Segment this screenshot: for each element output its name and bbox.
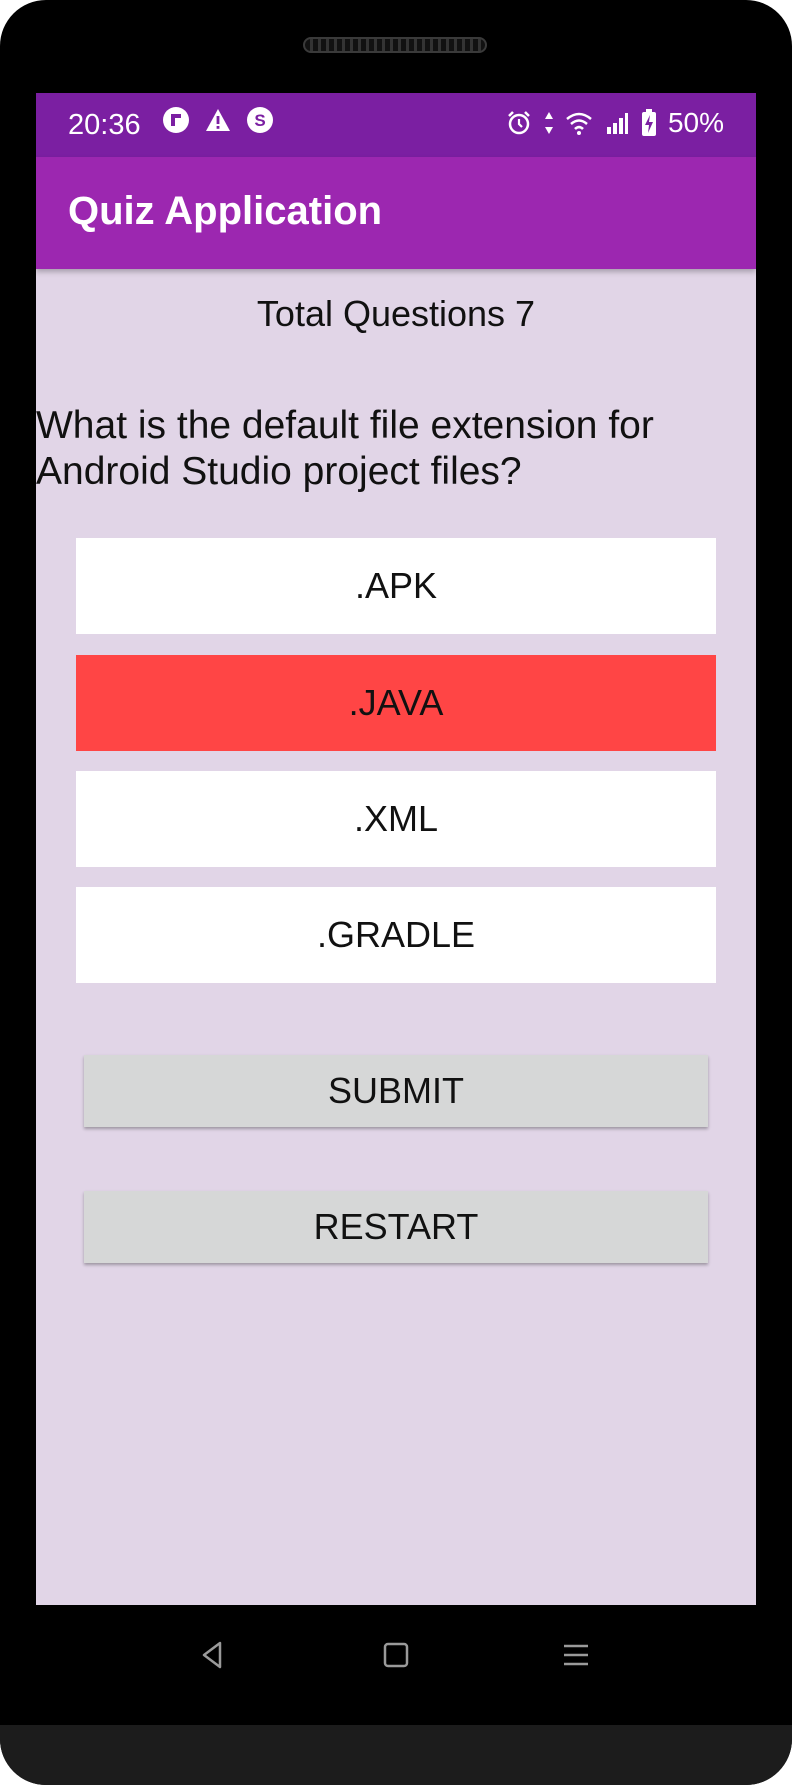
system-status-icons: 50%: [504, 107, 724, 139]
app-bar: Quiz Application: [36, 157, 756, 269]
phone-chin: [0, 1725, 792, 1785]
data-arrows-icon: [542, 108, 556, 138]
status-bar: 20:36 S 50%: [36, 93, 756, 157]
answer-option-gradle[interactable]: .GRADLE: [76, 887, 716, 983]
app-screen: 20:36 S 50% Quiz Application Total Quest…: [36, 93, 756, 1605]
s-circle-icon: S: [245, 105, 275, 135]
svg-text:S: S: [254, 111, 265, 130]
recents-icon[interactable]: [556, 1635, 596, 1675]
navigation-bar: [0, 1605, 792, 1725]
phone-frame: 20:36 S 50% Quiz Application Total Quest…: [0, 0, 792, 1785]
question-text: What is the default file extension for A…: [36, 404, 654, 493]
battery-icon: [640, 108, 658, 138]
answer-option-apk[interactable]: .APK: [76, 538, 716, 634]
status-time: 20:36: [68, 109, 141, 141]
submit-button[interactable]: SUBMIT: [84, 1055, 708, 1127]
warning-icon: [203, 105, 233, 135]
notification-icons: S: [161, 105, 275, 135]
speaker-grille: [303, 37, 487, 53]
total-questions-label: Total Questions 7: [256, 293, 536, 334]
app-title: Quiz Application: [68, 189, 383, 233]
back-icon[interactable]: [193, 1635, 233, 1675]
home-icon[interactable]: [376, 1635, 416, 1675]
restart-button[interactable]: RESTART: [84, 1191, 708, 1263]
answer-option-xml[interactable]: .XML: [76, 771, 716, 867]
alarm-icon: [504, 108, 534, 138]
flipboard-icon: [161, 105, 191, 135]
answer-option-java[interactable]: .JAVA: [76, 655, 716, 751]
battery-percentage: 50%: [667, 107, 724, 138]
signal-icon: [602, 108, 632, 138]
wifi-icon: [564, 108, 594, 138]
